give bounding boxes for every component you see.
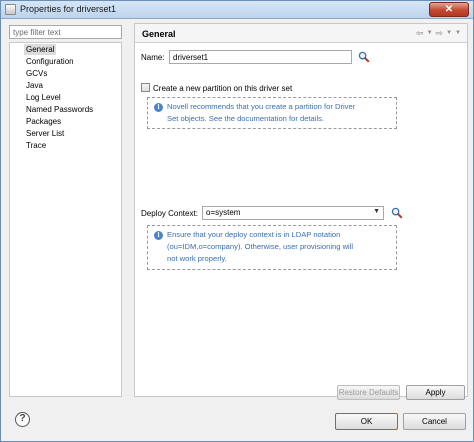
back-history-chevron-icon[interactable]: ▼ bbox=[427, 28, 433, 39]
back-arrow-icon[interactable]: ⇦ bbox=[416, 28, 424, 39]
name-magnifier-icon[interactable] bbox=[358, 51, 370, 63]
info-icon: i bbox=[154, 231, 163, 240]
deploy-context-info-box: i Ensure that your deploy context is in … bbox=[147, 225, 397, 270]
filter-input[interactable] bbox=[9, 25, 122, 39]
tree-item-log-level[interactable]: Log Level bbox=[26, 92, 61, 103]
tree-item-java[interactable]: Java bbox=[26, 80, 43, 91]
tree-item-configuration[interactable]: Configuration bbox=[26, 56, 74, 67]
forward-arrow-icon[interactable]: ⇨ bbox=[436, 28, 444, 39]
tree-item-packages[interactable]: Packages bbox=[26, 116, 61, 127]
page-title: General bbox=[142, 29, 176, 39]
name-label: Name: bbox=[141, 53, 165, 62]
page-header: General ⇦ ▼ ⇨ ▼ ▼ bbox=[135, 24, 467, 43]
restore-defaults-button[interactable]: Restore Defaults bbox=[337, 385, 400, 400]
partition-info-text: Novell recommends that you create a part… bbox=[167, 102, 356, 123]
title-bar[interactable]: Properties for driverset1 ✕ bbox=[1, 1, 473, 19]
cancel-button[interactable]: Cancel bbox=[403, 413, 466, 430]
partition-info-box: i Novell recommends that you create a pa… bbox=[147, 97, 397, 129]
tree-item-general[interactable]: General bbox=[24, 44, 57, 55]
apply-button[interactable]: Apply bbox=[406, 385, 465, 400]
view-menu-icon[interactable]: ▼ bbox=[455, 28, 461, 39]
tree-item-named-passwords[interactable]: Named Passwords bbox=[26, 104, 93, 115]
deploy-context-info-text: Ensure that your deploy context is in LD… bbox=[167, 230, 354, 263]
ok-button[interactable]: OK bbox=[335, 413, 398, 430]
deploy-context-value: o=system bbox=[206, 208, 241, 217]
tree-item-trace[interactable]: Trace bbox=[26, 140, 46, 151]
name-field[interactable] bbox=[169, 50, 352, 64]
properties-window-icon bbox=[5, 4, 16, 15]
info-icon: i bbox=[154, 103, 163, 112]
window-title: Properties for driverset1 bbox=[20, 4, 117, 14]
deploy-context-label: Deploy Context: bbox=[141, 209, 198, 218]
deploy-context-magnifier-icon[interactable] bbox=[391, 207, 403, 219]
deploy-context-combo[interactable]: o=system ▼ bbox=[202, 206, 384, 220]
create-partition-checkbox[interactable] bbox=[141, 83, 150, 92]
create-partition-label[interactable]: Create a new partition on this driver se… bbox=[153, 84, 292, 93]
property-page-tree: General Configuration GCVs Java Log Leve… bbox=[9, 42, 122, 397]
help-icon[interactable]: ? bbox=[15, 412, 30, 427]
tree-item-server-list[interactable]: Server List bbox=[26, 128, 64, 139]
properties-dialog: Properties for driverset1 ✕ General Conf… bbox=[0, 0, 474, 442]
tree-item-gcvs[interactable]: GCVs bbox=[26, 68, 47, 79]
close-button[interactable]: ✕ bbox=[429, 2, 469, 17]
property-page: General ⇦ ▼ ⇨ ▼ ▼ Name: Create a new par… bbox=[134, 23, 468, 400]
forward-history-chevron-icon[interactable]: ▼ bbox=[446, 28, 452, 39]
page-navigation: ⇦ ▼ ⇨ ▼ ▼ bbox=[416, 28, 461, 39]
chevron-down-icon[interactable]: ▼ bbox=[373, 208, 380, 215]
